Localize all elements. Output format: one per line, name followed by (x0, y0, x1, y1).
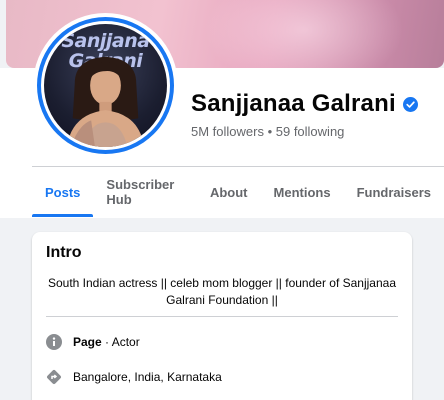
avatar-portrait (66, 56, 145, 147)
verified-badge-icon[interactable] (402, 96, 418, 112)
intro-divider (46, 316, 398, 317)
page-category: · Actor (101, 335, 140, 349)
profile-tabs: Posts Subscriber Hub About Mentions Fund… (32, 167, 444, 217)
intro-location[interactable]: Bangalore, India, Karnataka (46, 369, 222, 385)
bio-line-2: Galrani Foundation || (166, 293, 278, 307)
page-label: Page (73, 335, 102, 349)
intro-page-category: Page · Actor (46, 334, 140, 350)
profile-name: Sanjjanaa Galrani (191, 90, 396, 117)
tab-posts[interactable]: Posts (32, 167, 94, 217)
tab-fundraisers[interactable]: Fundraisers (344, 167, 444, 217)
profile-picture[interactable]: Sanjjana Galrani (33, 13, 178, 158)
intro-card: Intro South Indian actress || celeb mom … (32, 232, 412, 400)
location-pin-icon (47, 370, 61, 384)
avatar[interactable]: Sanjjana Galrani (44, 24, 167, 147)
location-text[interactable]: Bangalore, India, Karnataka (73, 370, 222, 384)
bio-line-1: South Indian actress || celeb mom blogge… (47, 276, 396, 290)
tab-subscriber-hub[interactable]: Subscriber Hub (93, 167, 197, 217)
tab-mentions[interactable]: Mentions (261, 167, 344, 217)
intro-bio: South Indian actress || celeb mom blogge… (46, 275, 398, 309)
intro-title: Intro (46, 244, 82, 261)
tab-about[interactable]: About (197, 167, 261, 217)
page-title: Sanjjanaa Galrani (191, 90, 418, 118)
follower-stats[interactable]: 5M followers • 59 following (191, 124, 344, 139)
info-icon (46, 334, 62, 350)
